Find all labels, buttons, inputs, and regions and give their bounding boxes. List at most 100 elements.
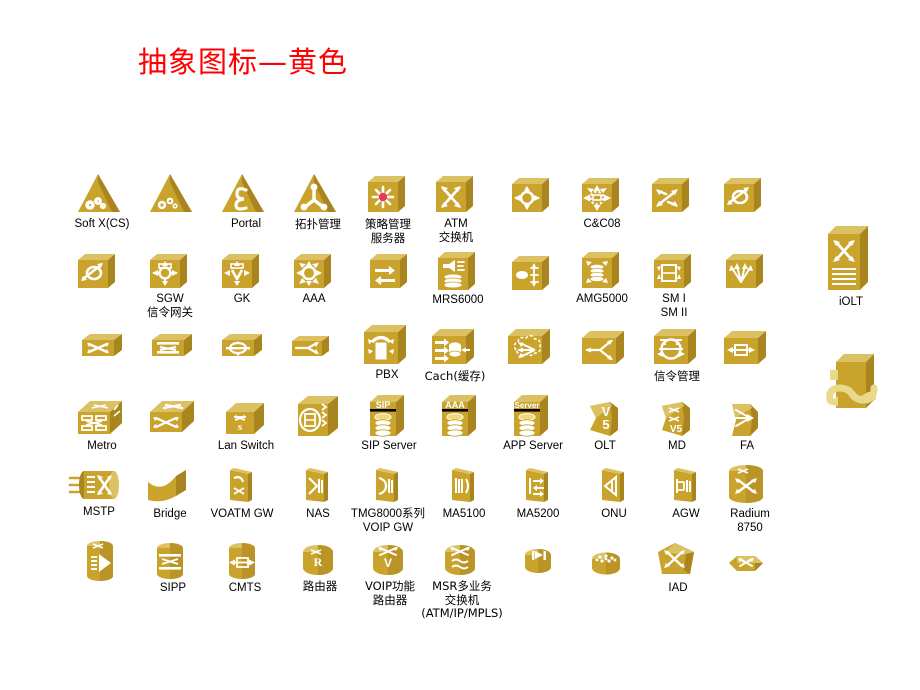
icon-sgw[interactable]: SGW 信令网关 xyxy=(147,252,193,319)
cube-ring-dashed-arrows-icon xyxy=(582,178,619,212)
triangle-gears-icon xyxy=(78,174,120,212)
icon-switch-flat-2[interactable] xyxy=(150,330,196,360)
icon-iolt[interactable]: iOLT xyxy=(824,222,878,308)
cylinder-router-R-icon: R xyxy=(303,545,333,575)
icon-dots-cyl[interactable] xyxy=(586,550,630,582)
icon-cloud-node[interactable] xyxy=(506,326,556,368)
icon-label: CMTS xyxy=(228,582,262,594)
icon-label: APP Server xyxy=(503,440,563,452)
icon-metro[interactable]: Metro xyxy=(74,396,130,452)
icon-portal[interactable]: Portal xyxy=(220,172,272,230)
icon-agw[interactable]: AGW xyxy=(666,466,706,520)
shield-v5-icon: V 5 xyxy=(590,402,618,436)
cylinder-play-bars-icon xyxy=(87,541,113,581)
icon-sm1-sm2[interactable]: SM I SM II xyxy=(652,252,696,319)
icon-media-cyl[interactable] xyxy=(82,538,124,586)
cylinder-router-V-icon: V xyxy=(373,545,403,575)
icon-router[interactable]: R 路由器 xyxy=(298,542,342,593)
icon-switch-ring[interactable] xyxy=(510,176,554,216)
icon-onu[interactable]: ONU xyxy=(594,466,634,520)
icon-label: FA xyxy=(739,440,755,452)
icon-switch-flat-3[interactable] xyxy=(220,330,266,360)
icon-policy-server[interactable]: 策略管理 服务器 xyxy=(365,174,411,244)
icon-aaa-server[interactable]: AAA xyxy=(438,390,484,440)
icon-radium-8750[interactable]: Radium 8750 xyxy=(724,462,776,534)
svg-text:Server: Server xyxy=(515,401,540,410)
icon-tmg8000[interactable]: TMG8000系列 VOIP GW xyxy=(351,466,425,534)
icon-olt[interactable]: V 5 OLT xyxy=(584,396,626,452)
triangle-gears-icon xyxy=(150,174,192,212)
plate-bars-3-icon xyxy=(452,468,474,502)
icon-label: GK xyxy=(233,293,251,305)
icon-mstp[interactable]: MSTP xyxy=(68,466,130,518)
icon-double-arrow[interactable] xyxy=(368,252,412,292)
svg-text:R: R xyxy=(314,555,323,569)
icon-label: OLT xyxy=(594,440,616,452)
bridge-shape-icon xyxy=(148,470,186,502)
cylinder-dots-icon xyxy=(592,552,620,575)
icon-cache[interactable]: Cach(缓存) xyxy=(425,326,485,383)
icon-topology-mgmt[interactable]: 拓扑管理 xyxy=(292,172,344,231)
cube-x-arrows-icon xyxy=(436,176,473,212)
icon-md[interactable]: V5 MD xyxy=(656,396,698,452)
icon-aaa[interactable]: AAA xyxy=(292,252,336,305)
icon-fan-out[interactable] xyxy=(724,252,768,292)
icon-amg5000[interactable]: AMG5000 xyxy=(576,250,628,305)
icon-soft-x-cs-alt[interactable] xyxy=(148,172,200,216)
icon-sip-server[interactable]: SIP SIP Server xyxy=(361,390,417,452)
icon-lan-switch[interactable]: s Lan Switch xyxy=(218,398,274,452)
plate-agw-icon xyxy=(674,468,696,502)
icon-cmts[interactable]: CMTS xyxy=(224,540,266,594)
icon-switch-flat-4[interactable] xyxy=(290,332,336,360)
icon-mrs6000[interactable]: MRS6000 xyxy=(432,250,484,306)
tower-oval-rack-icon xyxy=(298,396,338,436)
cube-speaker-disc-icon xyxy=(438,252,475,290)
icon-splitter[interactable] xyxy=(580,328,630,368)
cube-starburst-icon xyxy=(368,176,405,212)
box3d-x-arrows-icon xyxy=(150,401,194,432)
icon-ma5200[interactable]: MA5200 xyxy=(517,466,559,520)
icon-play-cyl[interactable] xyxy=(518,546,562,582)
icon-wrapped-box[interactable] xyxy=(824,348,886,414)
svg-text:AAA: AAA xyxy=(445,400,465,410)
icon-label: SM I SM II xyxy=(660,293,688,319)
icon-gk[interactable]: GK xyxy=(220,252,264,305)
icon-switch-3d[interactable] xyxy=(146,396,202,438)
cube-two-arrows-icon xyxy=(370,254,407,288)
cube-pbx-handset-icon xyxy=(364,325,406,364)
icon-bridge[interactable]: Bridge xyxy=(144,468,196,520)
icon-ma5100[interactable]: MA5100 xyxy=(443,466,485,520)
icon-switch-flat-1[interactable] xyxy=(80,330,126,360)
icon-bidir-panel[interactable] xyxy=(722,328,772,368)
triangle-epsilon-icon xyxy=(222,174,264,212)
icon-tower-unit[interactable] xyxy=(294,392,344,440)
icon-fa[interactable]: FA xyxy=(726,396,768,452)
icon-soft-x-cs[interactable]: Soft X(CS) xyxy=(75,172,129,230)
icon-app-server[interactable]: Server APP Server xyxy=(503,390,563,452)
icon-sipp[interactable]: SIPP xyxy=(152,540,194,594)
cylinder-stack-x-icon xyxy=(157,543,183,579)
cube-ring-arrows-icon xyxy=(512,178,549,212)
icon-label: Lan Switch xyxy=(217,440,275,452)
icon-label: IAD xyxy=(668,582,688,594)
icon-nas[interactable]: NAS xyxy=(298,466,338,520)
icon-cc08[interactable]: C&C08 xyxy=(580,176,624,230)
icon-iad[interactable]: IAD xyxy=(654,540,702,594)
icon-signal-mgmt[interactable]: 信令管理 xyxy=(652,326,702,383)
box3d-s-switch-icon: s xyxy=(226,403,264,434)
icon-voip-router[interactable]: V VOIP功能 路由器 xyxy=(365,542,415,606)
icon-loop-node[interactable] xyxy=(722,176,766,216)
icon-oval-lines[interactable] xyxy=(510,254,554,294)
icon-loop-node-2[interactable] xyxy=(76,252,120,292)
icon-msr-switch[interactable]: MSR多业务 交换机 (ATM/IP/MPLS) xyxy=(421,542,503,620)
cylinder-play-flag-icon xyxy=(525,549,551,573)
tower-aaa-disc-icon: AAA xyxy=(442,395,476,437)
icon-label: MSR多业务 交换机 (ATM/IP/MPLS) xyxy=(421,579,503,620)
icon-cross-connect[interactable] xyxy=(650,176,694,216)
cube-curve-arrows-icon xyxy=(652,178,689,212)
icon-voatm-gw[interactable]: VOATM GW xyxy=(210,466,274,520)
icon-hex-switch[interactable] xyxy=(726,552,770,580)
icon-pbx[interactable]: PBX xyxy=(362,322,412,381)
svg-text:s: s xyxy=(238,421,243,433)
icon-atm-switch[interactable]: ATM 交换机 xyxy=(434,174,478,244)
